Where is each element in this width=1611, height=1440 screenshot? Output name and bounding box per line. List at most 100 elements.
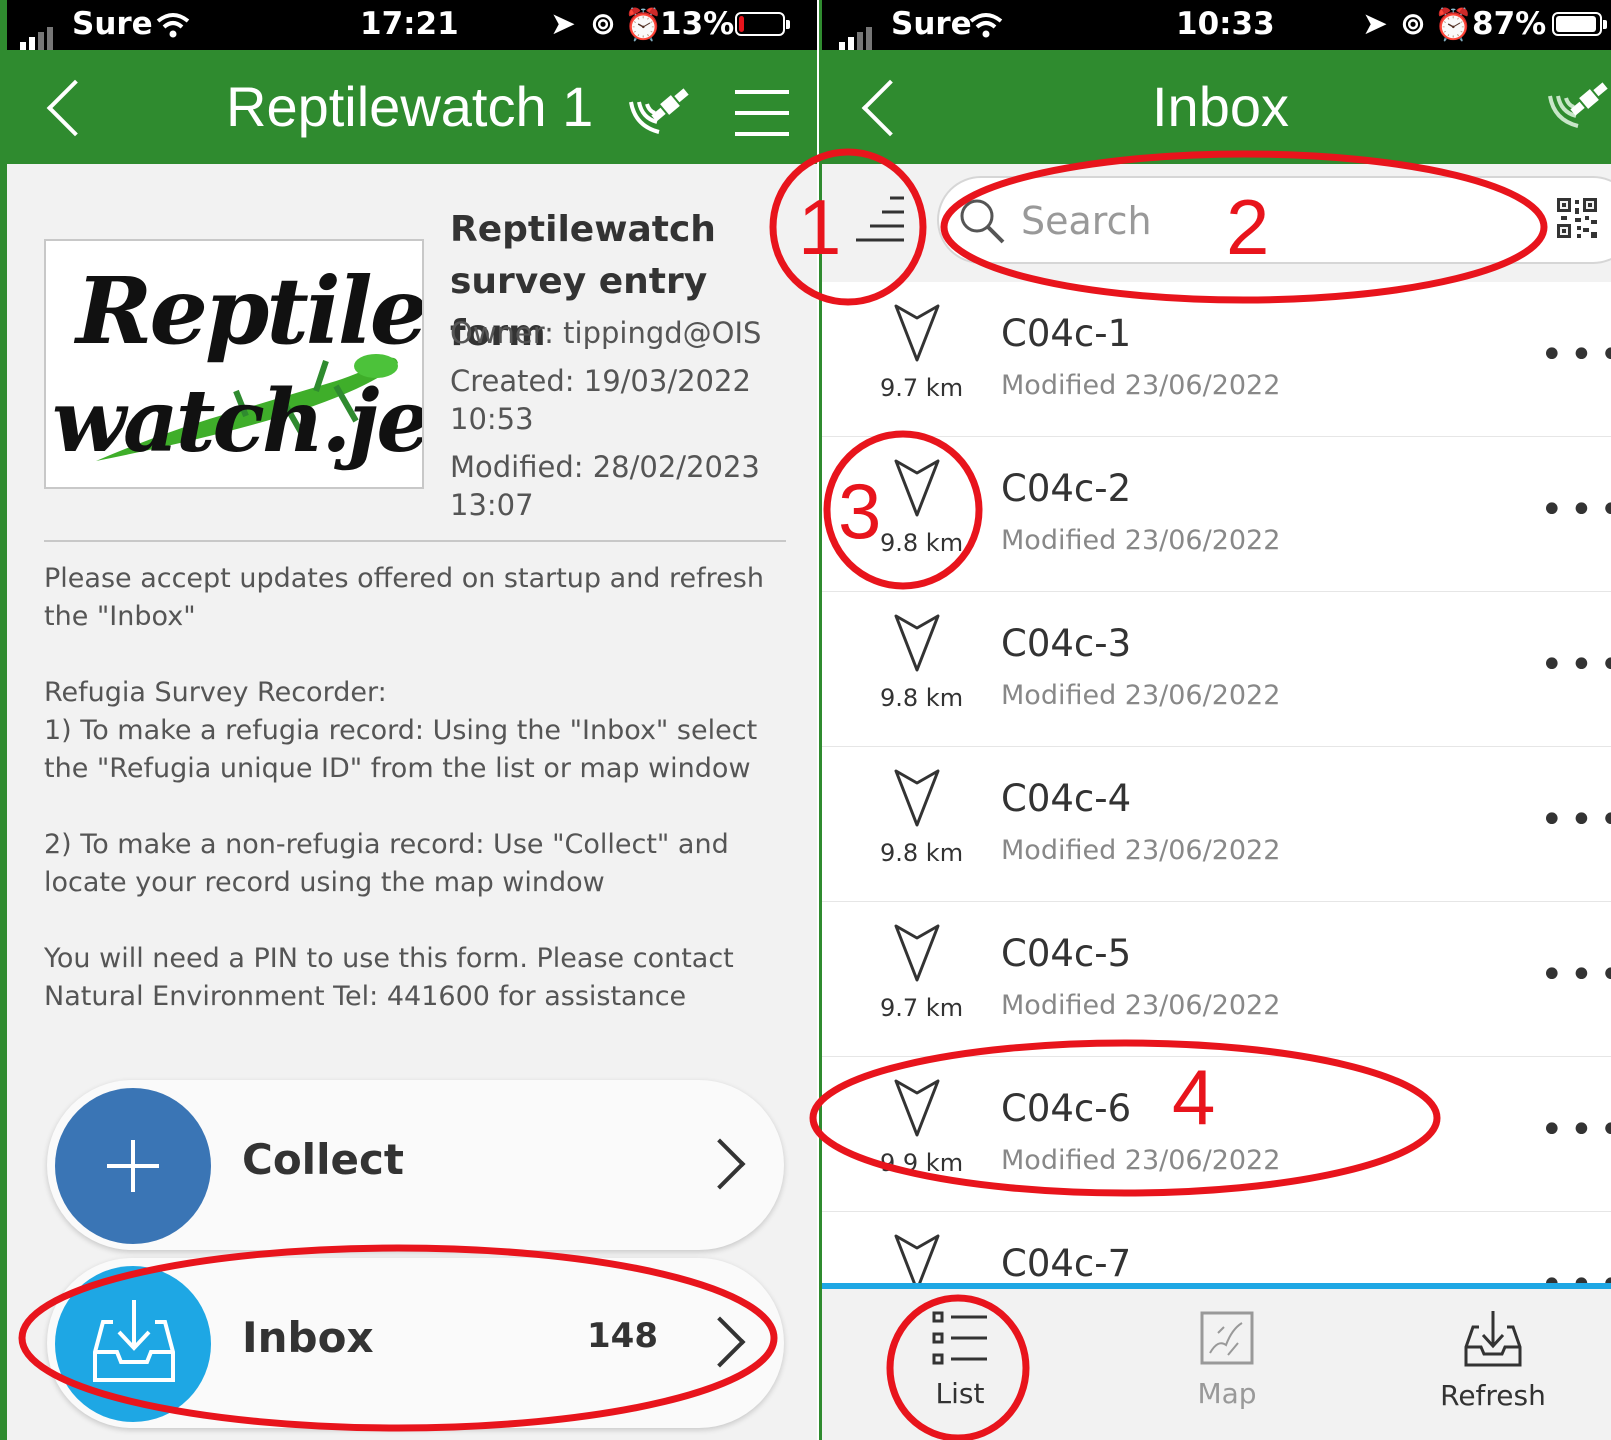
inbox-button[interactable]: Inbox 148 <box>47 1258 784 1428</box>
satellite-gps-icon[interactable] <box>1544 72 1611 136</box>
direction-arrow-icon <box>894 769 940 827</box>
inbox-download-icon <box>93 1300 175 1382</box>
item-name: C04c-2 <box>1001 467 1132 510</box>
status-bar: Sure 10:33 ➤ ⊚ ⏰ 87% <box>822 0 1611 50</box>
item-modified: Modified 23/06/2022 <box>1001 835 1281 866</box>
back-button[interactable] <box>861 79 919 137</box>
more-options-icon[interactable]: ••• <box>1540 332 1611 378</box>
chevron-right-icon <box>694 1138 746 1190</box>
app-header: Inbox <box>822 50 1611 164</box>
clock: 17:21 <box>360 6 459 42</box>
battery-icon <box>735 12 790 36</box>
direction-arrow-icon <box>894 459 940 517</box>
item-distance: 9.7 km <box>880 994 964 1022</box>
clock: 10:33 <box>1176 6 1275 42</box>
sort-icon[interactable] <box>852 194 908 246</box>
signal-icon <box>20 14 56 50</box>
collect-circle <box>55 1088 211 1244</box>
page-title: Inbox <box>1152 75 1289 138</box>
item-modified: Modified 23/06/2022 <box>1001 990 1281 1021</box>
tab-refresh-label: Refresh <box>1440 1379 1546 1412</box>
item-name: C04c-7 <box>1001 1242 1132 1285</box>
annotation-number-4: 4 <box>1172 1053 1216 1141</box>
menu-icon[interactable] <box>735 90 789 136</box>
form-modified: Modified: 28/02/2023 13:07 <box>450 450 760 522</box>
item-name: C04c-6 <box>1001 1087 1132 1130</box>
qr-code-icon[interactable] <box>1557 198 1597 238</box>
wifi-icon <box>156 13 190 38</box>
list-item[interactable]: 9.7 km C04c-5 Modified 23/06/2022 ••• <box>822 902 1611 1058</box>
item-modified: Modified 23/06/2022 <box>1001 525 1281 556</box>
lock-rotation-icon: ⊚ <box>590 6 616 42</box>
tab-map[interactable]: Map <box>1142 1309 1312 1410</box>
carrier-label: Sure <box>72 6 153 42</box>
alarm-icon: ⏰ <box>1434 7 1473 43</box>
search-field[interactable] <box>937 176 1611 264</box>
search-toolbar <box>822 164 1611 282</box>
item-name: C04c-3 <box>1001 622 1132 665</box>
list-item[interactable]: 9.7 km C04c-1 Modified 23/06/2022 ••• <box>822 282 1611 438</box>
wifi-icon <box>969 13 1003 38</box>
battery-icon <box>1552 12 1607 36</box>
left-screen: Sure 17:21 ➤ ⊚ ⏰ 13% Reptilewatch 1 Rept… <box>0 0 817 1440</box>
carrier-label: Sure <box>891 6 972 42</box>
form-thumbnail: Reptile watch.je <box>44 239 424 489</box>
back-button[interactable] <box>46 79 104 137</box>
direction-arrow-icon <box>894 304 940 362</box>
tab-list[interactable]: List <box>875 1309 1045 1440</box>
annotation-number-3: 3 <box>838 467 882 555</box>
right-screen: Sure 10:33 ➤ ⊚ ⏰ 87% Inbox Search 9.7 km… <box>819 0 1611 1440</box>
description-refugia-heading: Refugia Survey Recorder: <box>44 677 387 708</box>
signal-icon <box>839 14 875 50</box>
list-item[interactable]: 9.9 km C04c-6 Modified 23/06/2022 ••• <box>822 1057 1611 1213</box>
bottom-tab-bar: List Map Refresh <box>822 1289 1611 1440</box>
item-distance: 9.7 km <box>880 374 964 402</box>
location-icon: ➤ <box>550 6 576 42</box>
collect-label: Collect <box>242 1135 404 1184</box>
more-options-icon[interactable]: ••• <box>1540 797 1611 843</box>
description-refugia-step1: 1) To make a refugia record: Using the "… <box>44 715 758 784</box>
more-options-icon[interactable]: ••• <box>1540 487 1611 533</box>
tab-refresh[interactable]: Refresh <box>1408 1309 1578 1412</box>
item-name: C04c-4 <box>1001 777 1132 820</box>
divider <box>44 540 786 542</box>
direction-arrow-icon <box>894 1079 940 1137</box>
item-distance: 9.8 km <box>880 529 964 557</box>
list-item[interactable]: 9.8 km C04c-2 Modified 23/06/2022 ••• <box>822 437 1611 593</box>
annotation-number-1: 1 <box>798 183 842 271</box>
more-options-icon[interactable]: ••• <box>1540 642 1611 688</box>
direction-arrow-icon <box>894 924 940 982</box>
item-distance: 9.8 km <box>880 839 964 867</box>
direction-arrow-icon <box>894 614 940 672</box>
more-options-icon[interactable]: ••• <box>1540 1107 1611 1153</box>
description-non-refugia: 2) To make a non-refugia record: Use "Co… <box>44 829 729 898</box>
app-header: Reptilewatch 1 <box>7 50 817 164</box>
lock-rotation-icon: ⊚ <box>1400 6 1426 42</box>
satellite-gps-icon[interactable] <box>625 80 695 140</box>
refresh-download-icon <box>1464 1311 1522 1367</box>
list-item[interactable]: 9.8 km C04c-3 Modified 23/06/2022 ••• <box>822 592 1611 748</box>
description-startup: Please accept updates offered on startup… <box>44 563 764 632</box>
item-modified: Modified 23/06/2022 <box>1001 1145 1281 1176</box>
item-distance: 9.9 km <box>880 1149 964 1177</box>
item-name: C04c-1 <box>1001 312 1132 355</box>
active-tab-indicator <box>952 1435 968 1440</box>
more-options-icon[interactable]: ••• <box>1540 952 1611 998</box>
list-item[interactable]: 9.8 km C04c-4 Modified 23/06/2022 ••• <box>822 747 1611 903</box>
list-icon <box>932 1311 987 1365</box>
tab-list-label: List <box>935 1377 985 1410</box>
status-bar: Sure 17:21 ➤ ⊚ ⏰ 13% <box>7 0 817 50</box>
search-input[interactable] <box>1019 192 1323 250</box>
form-created: Created: 19/03/2022 10:53 <box>450 364 751 436</box>
item-name: C04c-5 <box>1001 932 1132 975</box>
item-modified: Modified 23/06/2022 <box>1001 680 1281 711</box>
page-title: Reptilewatch 1 <box>226 75 594 138</box>
description-pin-contact: You will need a PIN to use this form. Pl… <box>44 943 734 1012</box>
item-distance: 9.8 km <box>880 684 964 712</box>
collect-button[interactable]: Collect <box>47 1080 784 1250</box>
plus-icon <box>107 1140 159 1192</box>
inbox-count-badge: 148 <box>587 1316 658 1356</box>
search-icon <box>960 199 1005 244</box>
chevron-right-icon <box>694 1316 746 1368</box>
location-icon: ➤ <box>1362 6 1388 42</box>
